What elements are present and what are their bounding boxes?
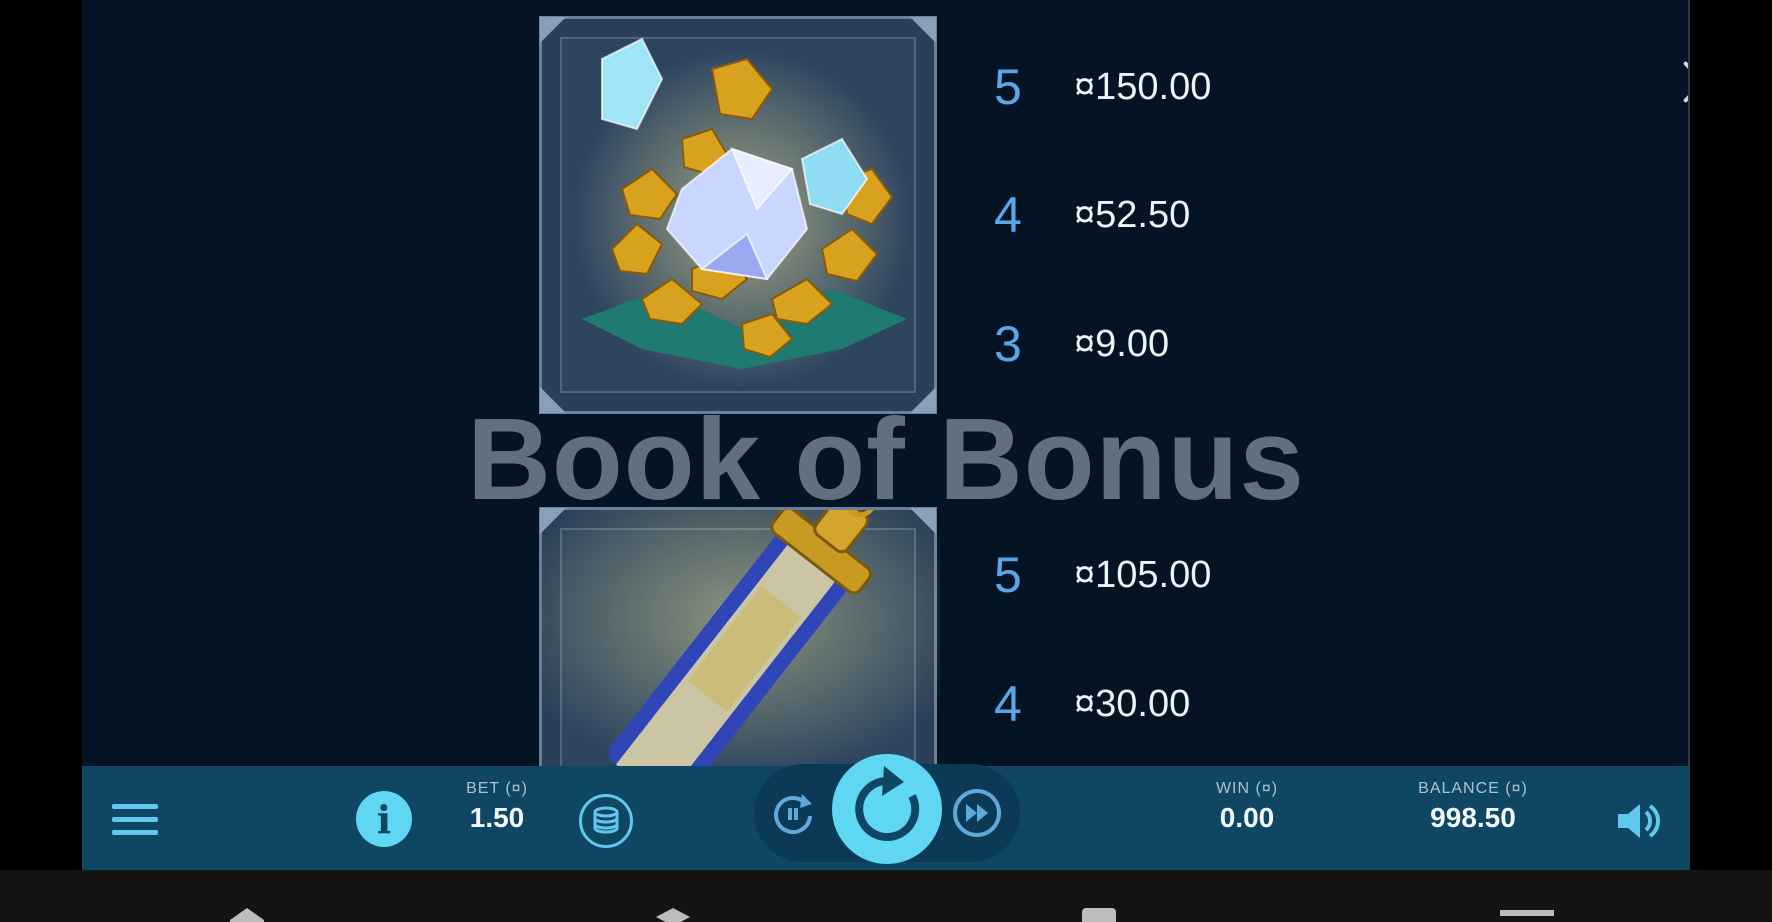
spin-button[interactable]: [832, 754, 942, 864]
home-icon[interactable]: [230, 908, 264, 922]
speaker-icon[interactable]: [1612, 796, 1662, 846]
pay-count: 3: [994, 316, 1022, 372]
spin-controls: [754, 754, 1020, 864]
spin-icon: [855, 766, 920, 841]
scroll-icon: [542, 510, 940, 780]
dice-icon[interactable]: [656, 908, 690, 922]
balance-display: BALANCE (¤) 998.50: [1398, 780, 1548, 834]
menu-nav-icon[interactable]: [1500, 910, 1554, 916]
fast-forward-icon[interactable]: [950, 786, 1004, 840]
pay-amount: ¤52.50: [1074, 193, 1191, 236]
paytable-symbol-scroll: [539, 507, 940, 784]
coin-stack-icon[interactable]: [579, 794, 633, 848]
pay-count: 4: [994, 676, 1022, 732]
win-display: WIN (¤) 0.00: [1192, 780, 1302, 834]
bet-display[interactable]: BET (¤) 1.50: [442, 780, 552, 834]
paytable-symbol-gold-crystals: [539, 16, 937, 414]
pay-count: 4: [994, 187, 1022, 243]
win-label: WIN (¤): [1215, 780, 1279, 797]
bet-label: BET (¤): [466, 780, 528, 797]
pay-count: 5: [994, 59, 1022, 115]
bet-value: 1.50: [469, 802, 525, 833]
menu-icon[interactable]: [112, 804, 158, 836]
pay-amount: ¤30.00: [1074, 682, 1191, 725]
pay-amount: ¤9.00: [1074, 322, 1170, 365]
game-viewport: 5 ¤150.00 4 ¤52.50 3 ¤9.00 5 ¤105.00 4 ¤…: [82, 0, 1689, 870]
gold-crystals-icon: [572, 37, 912, 389]
autoplay-icon[interactable]: [766, 786, 820, 840]
win-value: 0.00: [1219, 802, 1275, 833]
device-nav-bar: [0, 870, 1772, 922]
pay-amount: ¤150.00: [1074, 65, 1212, 108]
tickets-icon[interactable]: [1082, 908, 1116, 922]
game-toolbar: i BET (¤) 1.50 WIN (¤) 0.00 BALANCE (¤) …: [82, 754, 1689, 870]
pay-count: 5: [994, 547, 1022, 603]
pay-amount: ¤105.00: [1074, 553, 1212, 596]
balance-label: BALANCE (¤): [1418, 780, 1528, 797]
balance-value: 998.50: [1430, 802, 1516, 833]
info-icon[interactable]: i: [356, 791, 412, 847]
